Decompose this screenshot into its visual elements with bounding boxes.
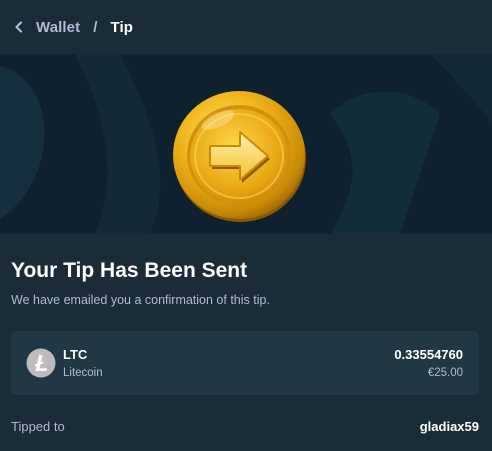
tip-amount-card: LTC Litecoin 0.33554760 €25.00 xyxy=(11,331,479,395)
tip-sent-modal: Wallet / Tip Your Tip Has Been Sent We h… xyxy=(0,0,492,451)
breadcrumb-current-tip: Tip xyxy=(110,18,134,36)
page-title: Your Tip Has Been Sent xyxy=(11,259,248,282)
confirmation-text: We have emailed you a confirmation of th… xyxy=(11,293,270,307)
recipient-username: gladiax59 xyxy=(419,419,479,434)
tipped-to-label: Tipped to xyxy=(11,419,65,434)
breadcrumb: Wallet / Tip xyxy=(0,0,492,54)
crypto-amount: 0.33554760 xyxy=(394,347,463,362)
currency-name: Litecoin xyxy=(63,367,103,379)
success-banner xyxy=(0,54,492,234)
back-button[interactable] xyxy=(14,21,24,33)
fiat-amount: €25.00 xyxy=(427,367,463,379)
gold-coin-arrow-icon xyxy=(173,91,306,222)
breadcrumb-wallet-link[interactable]: Wallet xyxy=(36,19,80,36)
currency-code: LTC xyxy=(63,347,88,362)
chevron-left-icon xyxy=(15,21,23,33)
breadcrumb-separator: / xyxy=(93,18,98,36)
litecoin-icon xyxy=(26,348,56,378)
